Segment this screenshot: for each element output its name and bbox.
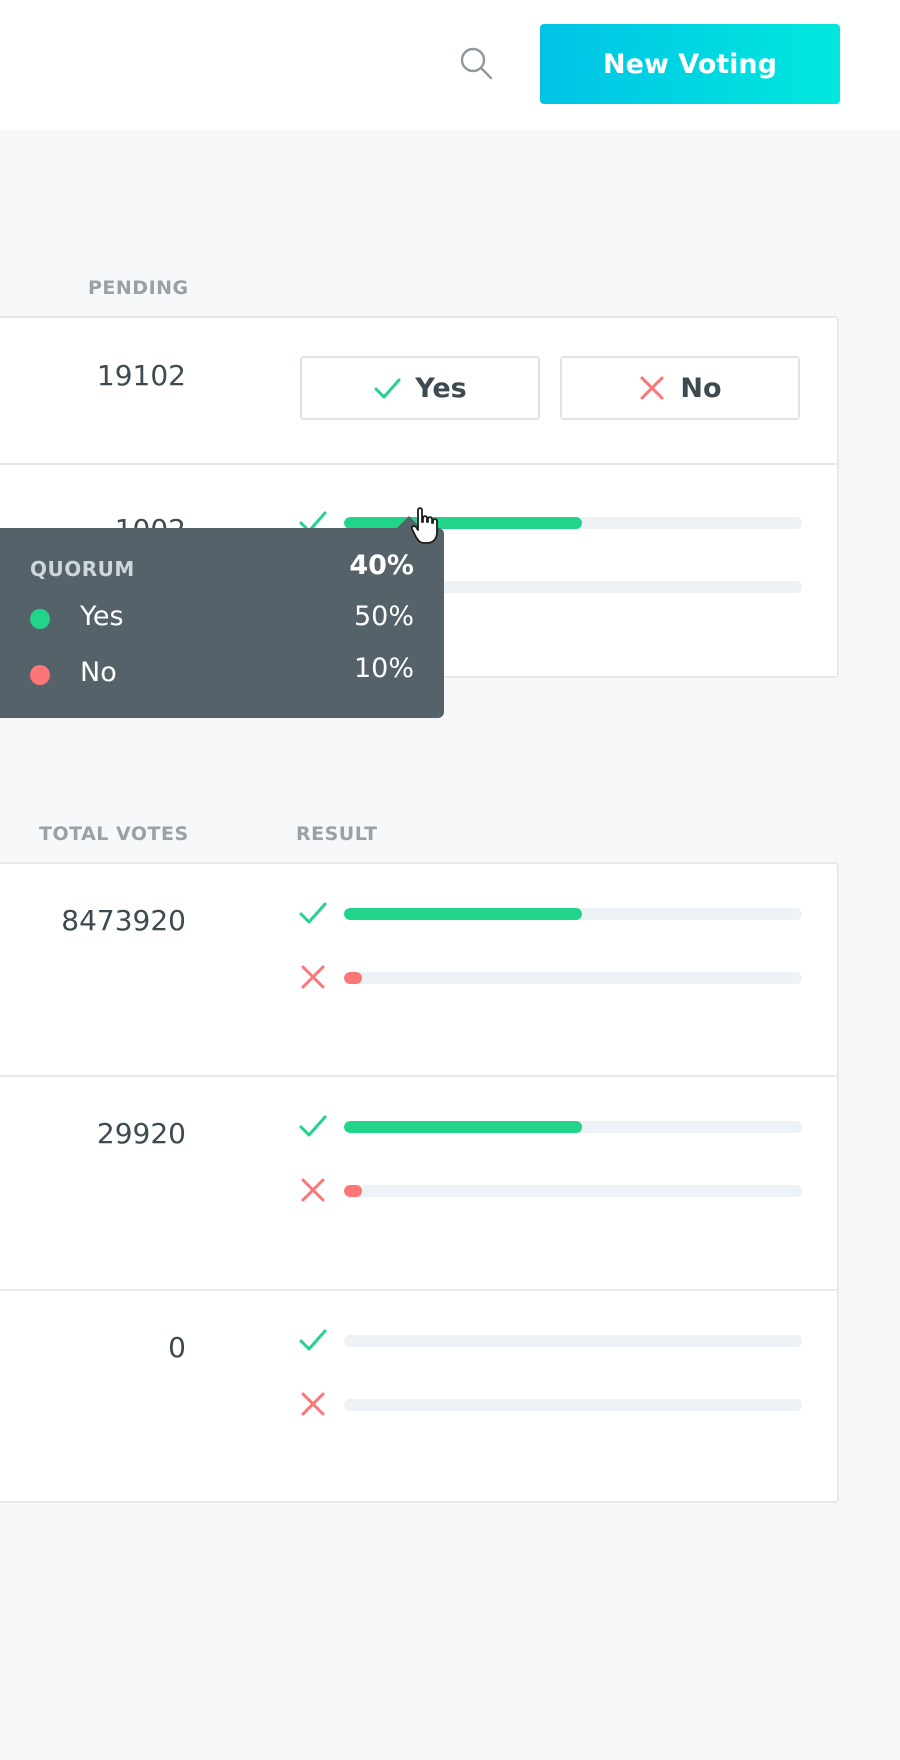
close-icon [640,376,664,400]
yes-legend-value: 50% [353,601,414,632]
pending-column-header: PENDING [88,277,189,299]
check-icon [299,1329,327,1351]
closed-row[interactable]: 0 [0,1291,837,1501]
no-progress-fill [344,1185,363,1197]
no-legend-dot [30,665,50,685]
yes-progress-track [344,1121,802,1133]
no-result-bar[interactable] [298,961,802,991]
tooltip-title: QUORUM [30,557,135,581]
vote-count: 19102 [96,359,186,392]
no-legend-value: 10% [353,653,414,684]
search-icon[interactable] [459,46,495,82]
result-column-header: RESULT [296,823,378,845]
close-icon [301,965,325,989]
no-result-bar[interactable] [298,1174,802,1204]
yes-result-bar[interactable] [298,1110,802,1140]
pending-row[interactable]: 19102 Yes No [0,318,837,465]
close-icon [301,1178,325,1202]
yes-legend-dot [30,609,50,629]
yes-result-bar[interactable] [298,1324,802,1354]
top-bar: New Voting [0,0,900,130]
closed-row[interactable]: 8473920 [0,864,837,1077]
no-progress-fill [344,972,363,984]
vote-no-button[interactable]: No [560,356,800,420]
vote-no-label: No [680,372,722,404]
yes-progress-fill [344,908,583,920]
no-progress-track [344,972,802,984]
yes-result-bar[interactable] [298,897,802,927]
vote-count: 29920 [96,1117,186,1150]
yes-progress-track [344,908,802,920]
yes-progress-fill [344,1121,583,1133]
no-progress-track [344,1185,802,1197]
no-result-bar[interactable] [298,1388,802,1418]
hand-cursor-icon [410,507,438,544]
vote-yes-button[interactable]: Yes [300,356,540,420]
yes-legend-label: Yes [80,601,124,632]
vote-count: 0 [168,1331,186,1364]
quorum-tooltip: QUORUM 40% Yes 50% No 10% [0,516,444,718]
yes-progress-track [344,1335,802,1347]
no-legend-label: No [80,657,117,688]
check-icon [299,902,327,924]
quorum-value: 40% [349,550,414,581]
no-progress-track [344,1399,802,1411]
check-icon [374,378,401,399]
close-icon [301,1392,325,1416]
vote-count: 8473920 [61,904,186,937]
new-voting-button[interactable]: New Voting [540,24,840,104]
closed-votes-card: 8473920 29920 0 [0,862,839,1503]
total-votes-column-header: TOTAL VOTES [39,823,189,845]
vote-yes-label: Yes [415,372,467,404]
closed-row[interactable]: 29920 [0,1077,837,1291]
check-icon [299,1115,327,1137]
